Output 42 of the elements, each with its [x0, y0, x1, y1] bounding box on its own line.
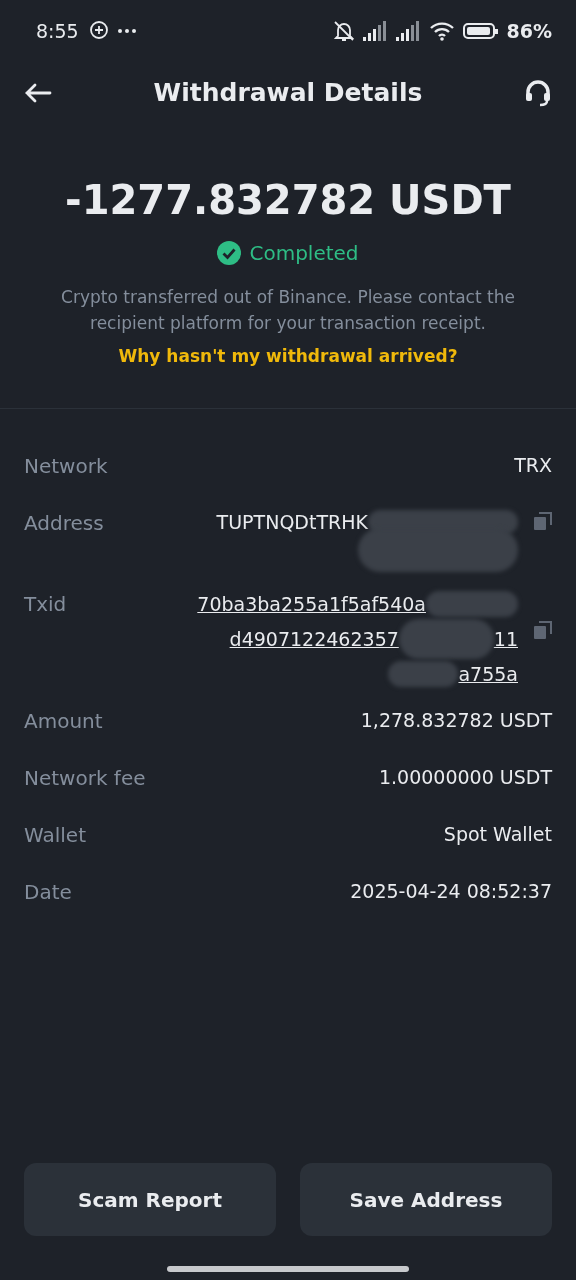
info-text: Crypto transferred out of Binance. Please contact the recipient platform for your transaction receipt. [60, 286, 516, 335]
detail-label: Amount [24, 707, 103, 735]
signal-icon [395, 21, 421, 41]
check-circle-icon [217, 241, 242, 265]
detail-value: Spot Wallet [443, 821, 552, 847]
status-label: Completed [249, 240, 359, 267]
txid-link[interactable]: d4907122462357 [229, 623, 399, 654]
add-circle-icon [88, 20, 109, 42]
detail-label: Network fee [24, 764, 146, 792]
detail-label: Network [24, 452, 108, 480]
status-time: 8:55 [36, 18, 79, 44]
back-arrow-icon [24, 82, 52, 104]
detail-value: 1,278.832782 USDT [360, 707, 552, 733]
more-icon [116, 28, 137, 34]
detail-label: Address [24, 509, 104, 537]
action-button[interactable]: Save Address [300, 1163, 552, 1236]
battery-icon [462, 21, 499, 41]
battery-percent: 86% [506, 18, 552, 44]
copy-icon [534, 620, 552, 639]
headset-icon [524, 79, 552, 107]
detail-value: TRX [514, 452, 552, 478]
action-button[interactable]: Scam Report [24, 1163, 276, 1236]
txid-link[interactable]: 70ba3ba255a1f5af540a [197, 588, 426, 619]
detail-value: 2025-04-24 08:52:37 [350, 878, 552, 904]
withdrawal-amount: -1277.832782 USDT [64, 176, 512, 225]
detail-value: 1.00000000 USDT [378, 764, 552, 790]
page-title: Withdrawal Details [153, 77, 423, 110]
signal-icon [362, 21, 388, 41]
muted-bell-icon [332, 20, 355, 42]
detail-label: Wallet [24, 821, 86, 849]
support-button[interactable] [524, 79, 552, 107]
back-button[interactable] [24, 82, 52, 104]
address-value: TUPTNQDtTRHK [216, 509, 368, 535]
copy-icon [534, 511, 552, 530]
txid-link[interactable]: 11 [493, 623, 518, 654]
wifi-icon [428, 21, 455, 41]
help-link[interactable]: Why hasn't my withdrawal arrived? [118, 346, 458, 366]
copy-button[interactable] [534, 511, 552, 530]
detail-label: Txid [24, 590, 67, 618]
copy-button[interactable] [534, 620, 552, 639]
detail-label: Date [24, 878, 72, 906]
txid-link[interactable]: a755a [458, 658, 518, 689]
